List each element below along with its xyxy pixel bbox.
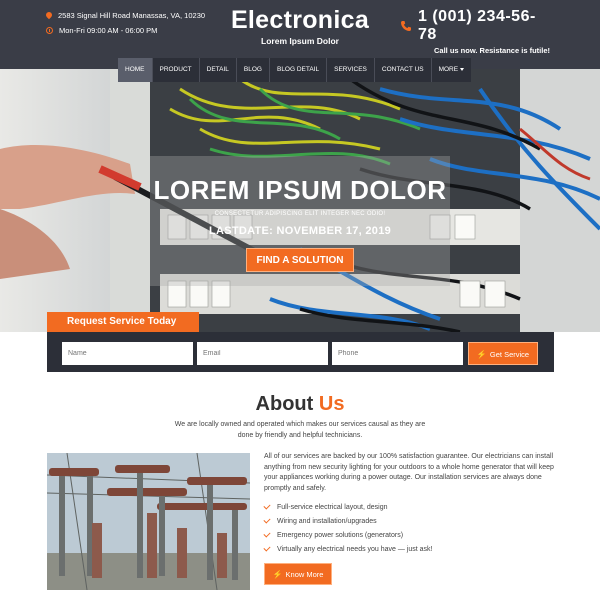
address-line: 2583 Signal Hill Road Manassas, VA, 1023… xyxy=(46,11,205,20)
nav-item-detail[interactable]: DETAIL xyxy=(198,58,236,82)
phone-input[interactable] xyxy=(332,342,463,365)
bolt-icon: ⚡ xyxy=(476,350,487,359)
phone-tagline: Call us now. Resistance is futile! xyxy=(433,46,550,55)
get-service-label: Get Service xyxy=(489,350,530,359)
brand-subtitle: Lorem Ipsum Dolor xyxy=(261,36,339,46)
phone-block: 1 (001) 234-56-78 Call us now. Resistanc… xyxy=(400,8,550,55)
hero-title: LOREM IPSUM DOLOR xyxy=(153,175,447,205)
find-solution-button[interactable]: FIND A SOLUTION xyxy=(246,248,354,272)
hours-line: Mon-Fri 09:00 AM - 06:00 PM xyxy=(46,26,157,35)
nav-item-services[interactable]: SERVICES xyxy=(326,58,374,82)
nav-more-label: MORE xyxy=(438,66,459,73)
know-more-button[interactable]: ⚡ Know More xyxy=(264,563,332,585)
hero-date: LASTDATE: NOVEMBER 17, 2019 xyxy=(208,225,392,237)
check-icon xyxy=(263,516,271,524)
hero-subtitle: CONSECTETUR ADIPISCING ELIT INTEGER NEC … xyxy=(214,211,386,217)
list-item-text: Emergency power solutions (generators) xyxy=(277,531,404,539)
get-service-button[interactable]: ⚡ Get Service xyxy=(468,342,538,365)
know-more-label: Know More xyxy=(285,570,324,579)
address-text: 2583 Signal Hill Road Manassas, VA, 1023… xyxy=(58,11,206,20)
about-title-accent: Us xyxy=(318,393,345,415)
brand-title[interactable]: Electronica xyxy=(200,6,400,35)
nav-item-product[interactable]: PRODUCT xyxy=(151,58,199,82)
list-item-text: Wiring and installation/upgrades xyxy=(277,517,377,525)
email-input[interactable] xyxy=(197,342,328,365)
list-item: Virtually any electrical needs you have … xyxy=(263,542,554,556)
request-service-title: Request Service Today xyxy=(47,312,199,332)
nav-item-home[interactable]: HOME xyxy=(118,58,152,82)
about-intro: We are locally owned and operated which … xyxy=(174,421,426,439)
list-item-text: Full-service electrical layout, design xyxy=(277,503,388,511)
phone-number[interactable]: 1 (001) 234-56-78 xyxy=(418,8,550,44)
nav-item-blog-detail[interactable]: BLOG DETAIL xyxy=(268,58,326,82)
main-nav: HOME PRODUCT DETAIL BLOG BLOG DETAIL SER… xyxy=(118,58,472,82)
nav-item-contact-us[interactable]: CONTACT US xyxy=(373,58,431,82)
phone-icon xyxy=(400,20,412,32)
check-icon xyxy=(263,502,271,510)
bolt-icon: ⚡ xyxy=(272,570,283,579)
clock-icon xyxy=(46,27,53,34)
about-title: About Us xyxy=(0,393,600,416)
location-pin-icon xyxy=(46,12,52,20)
name-input[interactable] xyxy=(62,342,193,365)
hero-banner: LOREM IPSUM DOLOR CONSECTETUR ADIPISCING… xyxy=(0,69,600,332)
substation-image xyxy=(47,453,250,590)
check-icon xyxy=(263,530,271,538)
hours-text: Mon-Fri 09:00 AM - 06:00 PM xyxy=(59,26,158,35)
about-body: All of our services are backed by our 10… xyxy=(264,453,554,492)
services-list: Full-service electrical layout, design W… xyxy=(263,500,554,556)
chevron-down-icon xyxy=(460,67,465,71)
nav-item-more[interactable]: MORE xyxy=(430,58,472,82)
about-title-main: About xyxy=(255,393,314,415)
list-item: Emergency power solutions (generators) xyxy=(263,528,554,542)
list-item: Wiring and installation/upgrades xyxy=(263,514,554,528)
list-item: Full-service electrical layout, design xyxy=(263,500,554,514)
list-item-text: Virtually any electrical needs you have … xyxy=(277,545,433,553)
check-icon xyxy=(263,544,271,552)
nav-item-blog[interactable]: BLOG xyxy=(235,58,269,82)
brand[interactable]: Electronica Lorem Ipsum Dolor xyxy=(200,6,400,46)
